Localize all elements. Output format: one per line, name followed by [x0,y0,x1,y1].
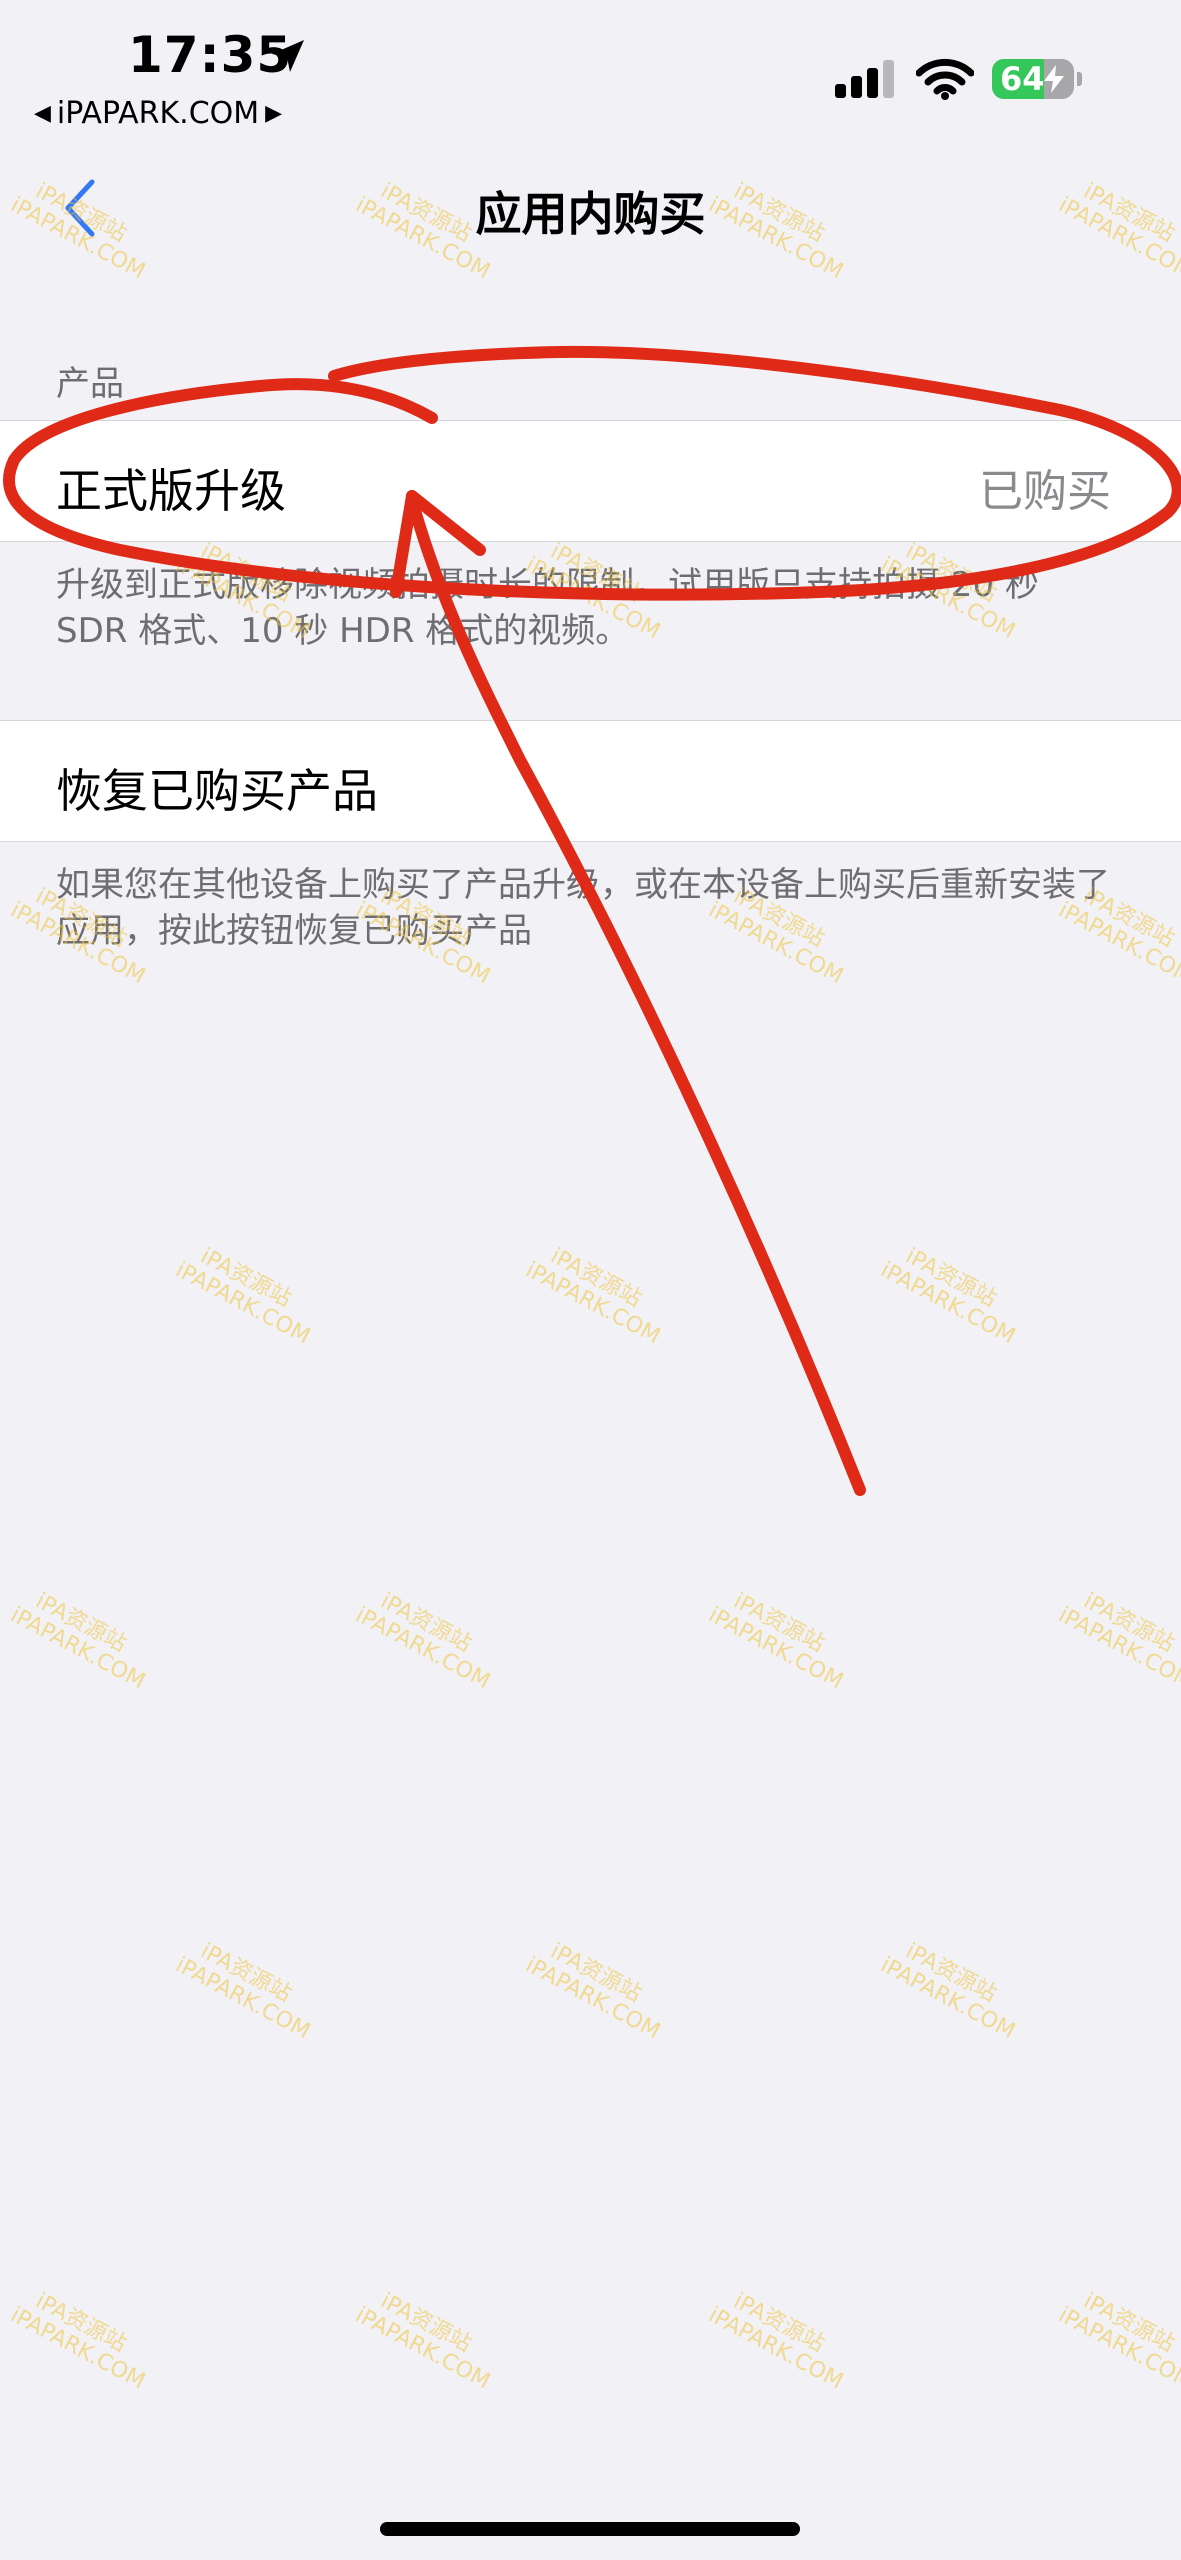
forward-triangle-icon: ▶ [265,101,283,126]
restore-purchases-label: 恢复已购买产品 [56,764,378,818]
back-app-label: iPAPARK.COM [56,96,260,131]
home-indicator[interactable] [380,2522,800,2536]
watermark: iPA资源站 iPAPARK.COM [876,1237,1019,1350]
watermark: iPA资源站 iPAPARK.COM [1054,2282,1181,2395]
watermark: iPA资源站 iPAPARK.COM [1054,877,1181,990]
battery-level: 64 [1000,60,1045,98]
watermark: iPA资源站 iPAPARK.COM [876,1932,1019,2045]
cellular-signal-icon [835,60,894,98]
back-to-app-link[interactable]: ◀ iPAPARK.COM ▶ [34,96,282,131]
charging-bolt-icon [1044,65,1064,93]
wifi-icon [916,58,974,100]
watermark: iPA资源站 iPAPARK.COM [171,1932,314,2045]
restore-purchases-button[interactable]: 恢复已购买产品 [0,720,1181,842]
watermark: iPA资源站 iPAPARK.COM [171,1237,314,1350]
watermark: iPA资源站 iPAPARK.COM [704,1582,847,1695]
watermark: iPA资源站 iPAPARK.COM [351,1582,494,1695]
section-header-products: 产品 [56,364,124,404]
back-triangle-icon: ◀ [34,101,51,126]
watermark: iPA资源站 iPAPARK.COM [521,1237,664,1350]
full-version-upgrade-label: 正式版升级 [56,464,286,518]
watermark: iPA资源站 iPAPARK.COM [6,1582,149,1695]
watermark: iPA资源站 iPAPARK.COM [1054,1582,1181,1695]
page-title: 应用内购买 [475,187,706,241]
watermark: iPA资源站 iPAPARK.COM [6,2282,149,2395]
location-arrow-icon [272,40,304,72]
screen: 17:35 ◀ iPAPARK.COM ▶ 64 应用内购买 产品 正式版升级 … [0,0,1181,2560]
watermark: iPA资源站 iPAPARK.COM [351,2282,494,2395]
battery-icon: 64 [992,59,1074,99]
restore-description: 如果您在其他设备上购买了产品升级，或在本设备上购买后重新安装了应用，按此按钮恢复… [56,865,1110,951]
full-version-upgrade-cell[interactable]: 正式版升级 已购买 [0,420,1181,542]
battery-cap [1077,72,1082,86]
watermark: iPA资源站 iPAPARK.COM [521,1932,664,2045]
watermark: iPA资源站 iPAPARK.COM [704,2282,847,2395]
purchased-status: 已购买 [979,466,1111,517]
